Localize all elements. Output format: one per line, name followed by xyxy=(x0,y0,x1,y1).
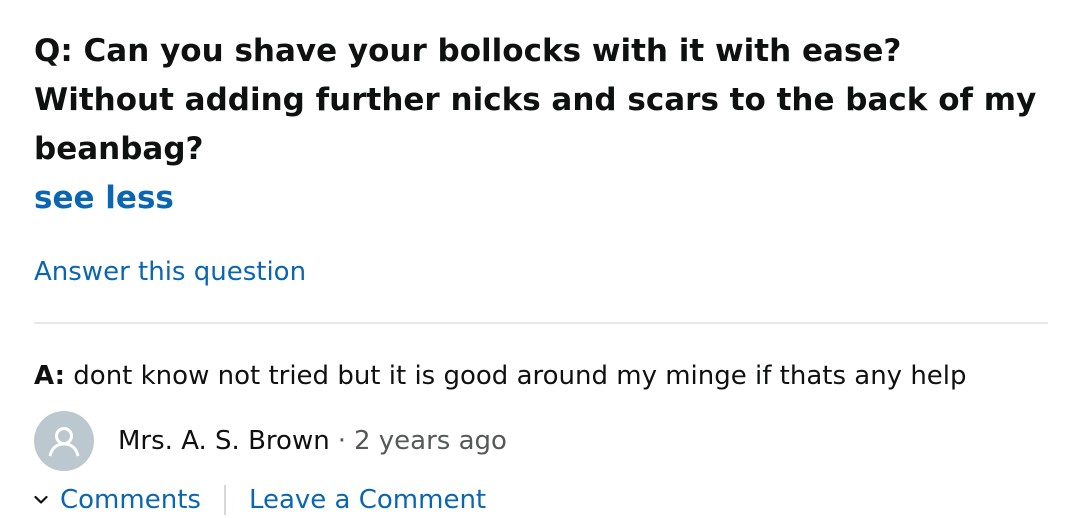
answer-this-question-link[interactable]: Answer this question xyxy=(34,254,1048,290)
avatar[interactable] xyxy=(34,411,94,471)
comment-actions: Comments Leave a Comment xyxy=(34,482,1048,518)
separator-dot: · xyxy=(337,426,346,456)
see-less-link[interactable]: see less xyxy=(34,174,1048,223)
answer-body: dont know not tried but it is good aroun… xyxy=(65,361,967,391)
chevron-down-icon[interactable] xyxy=(34,494,50,506)
comments-link[interactable]: Comments xyxy=(60,485,201,515)
question-text: Q: Can you shave your bollocks with it w… xyxy=(34,33,1037,167)
author-name[interactable]: Mrs. A. S. Brown xyxy=(118,426,330,456)
answer-text: A: dont know not tried but it is good ar… xyxy=(34,358,1048,394)
action-separator xyxy=(223,485,226,515)
qa-card: Q: Can you shave your bollocks with it w… xyxy=(34,0,1048,518)
author-row: Mrs. A. S. Brown · 2 years ago xyxy=(34,411,1048,471)
answer-prefix: A: xyxy=(34,361,66,391)
user-icon xyxy=(48,427,80,457)
answer-time: 2 years ago xyxy=(353,426,507,456)
leave-comment-link[interactable]: Leave a Comment xyxy=(249,485,486,515)
divider xyxy=(34,322,1048,324)
